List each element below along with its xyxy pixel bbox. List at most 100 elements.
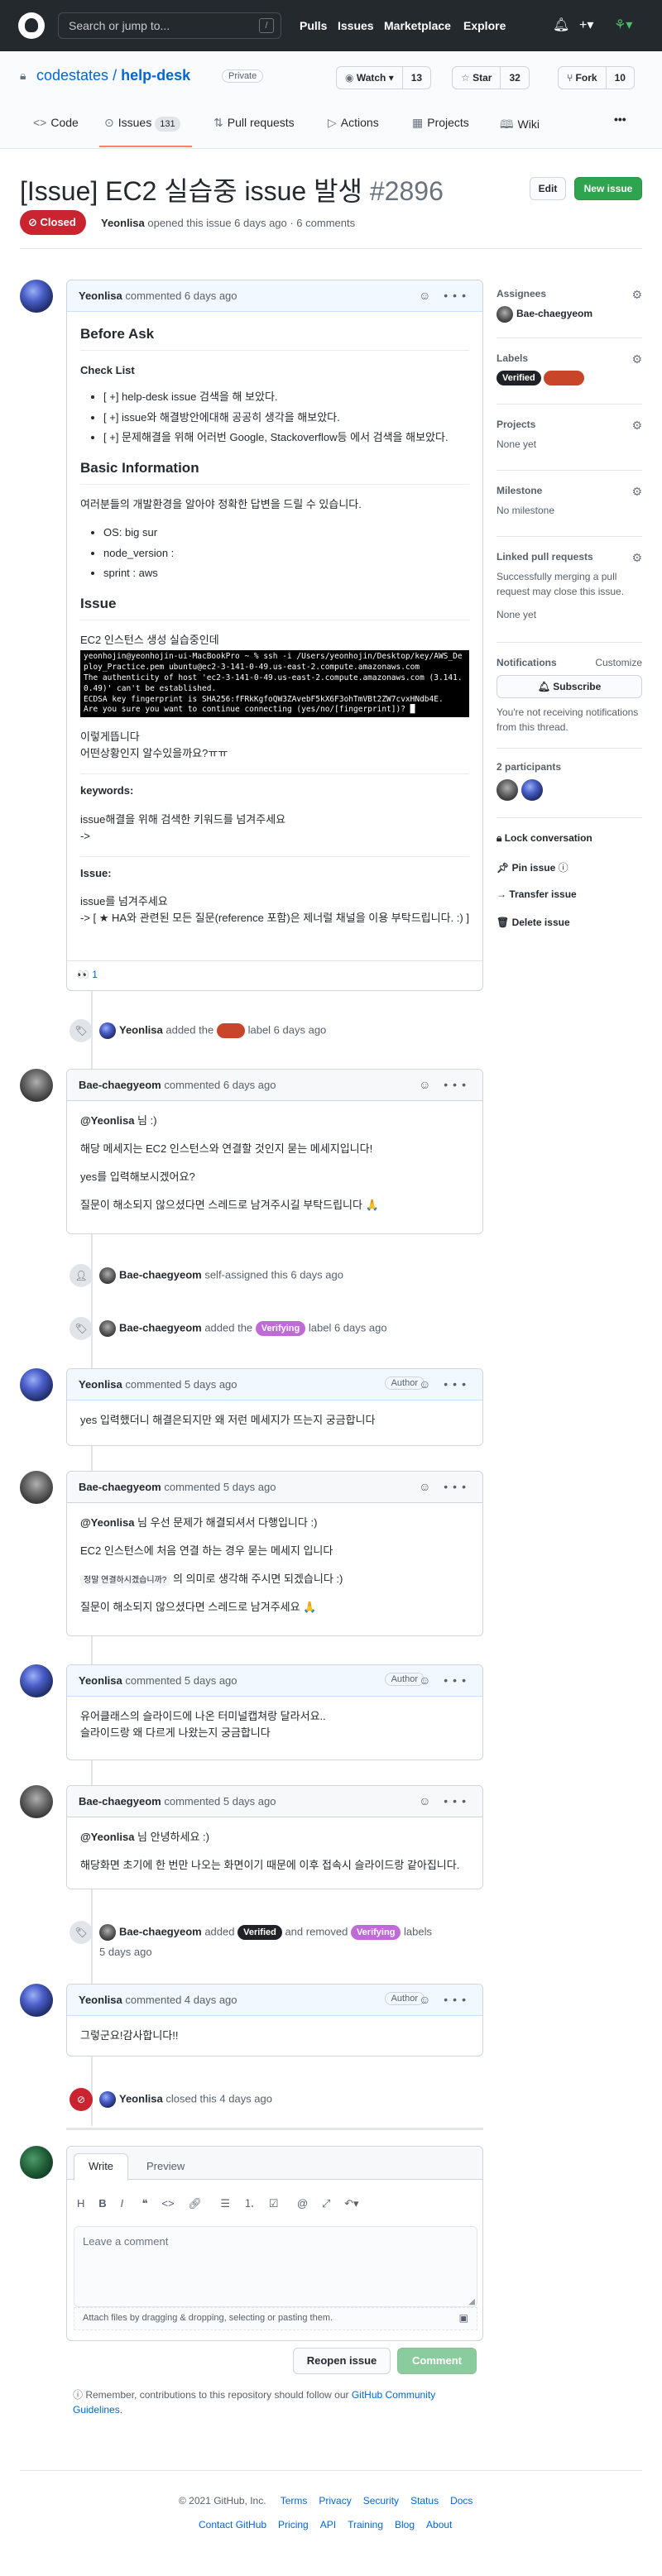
sidebar-section-title[interactable]: Projects (496, 419, 642, 430)
comment-time[interactable]: commented 5 days ago (164, 1481, 276, 1493)
comment-time[interactable]: commented 6 days ago (125, 290, 237, 302)
avatar[interactable] (99, 2091, 116, 2108)
edit-title-button[interactable]: Edit (530, 177, 566, 200)
sidebar-section-title[interactable]: Milestone (496, 485, 642, 496)
sidebar-section-title[interactable]: Linked pull requests (496, 551, 642, 563)
event-actor[interactable]: Bae-chaegyeom (119, 1321, 202, 1333)
avatar[interactable] (99, 1267, 116, 1284)
smiley-icon[interactable]: ☺ (419, 1794, 435, 1808)
event-actor[interactable]: Yeonlisa (119, 2092, 163, 2104)
avatar[interactable] (496, 779, 518, 801)
event-actor[interactable]: Bae-chaegyeom (119, 1925, 202, 1937)
comment-time[interactable]: commented 5 days ago (164, 1795, 276, 1808)
task-list-icon[interactable]: ☑ (269, 2197, 279, 2210)
comment-time[interactable]: commented 4 days ago (125, 1994, 237, 2006)
smiley-icon[interactable]: ☺ (419, 1480, 435, 1493)
kebab-icon[interactable]: ••• (444, 1480, 471, 1493)
comment-button[interactable]: Comment (397, 2348, 477, 2374)
kebab-icon[interactable]: ••• (444, 1993, 471, 2006)
gear-icon[interactable]: ⚙ (631, 419, 642, 433)
footer-link-training[interactable]: Training (348, 2519, 383, 2531)
label-verifying[interactable]: Verifying (255, 1321, 306, 1336)
footer-link-about[interactable]: About (426, 2519, 452, 2531)
sidebar-section-title[interactable]: Assignees (496, 288, 642, 299)
repo-name-link[interactable]: help-desk (121, 67, 190, 84)
avatar[interactable] (20, 1785, 53, 1818)
tab-actions[interactable]: ▷ Actions (328, 116, 379, 130)
create-new-icon[interactable]: +▾ (579, 17, 593, 33)
user-mention[interactable]: @Yeonlisa (80, 1516, 134, 1529)
footer-link-docs[interactable]: Docs (450, 2495, 473, 2507)
nav-pulls[interactable]: Pulls (300, 19, 327, 32)
comment-author[interactable]: Yeonlisa (79, 1378, 122, 1391)
bold-icon[interactable]: B (98, 2197, 106, 2210)
avatar[interactable] (20, 1664, 53, 1697)
label-bug[interactable]: bug (544, 371, 584, 385)
footer-link-security[interactable]: Security (363, 2495, 399, 2507)
comment-author[interactable]: Bae-chaegyeom (79, 1481, 161, 1493)
user-mention[interactable]: @Yeonlisa (80, 1114, 134, 1127)
footer-link-api[interactable]: API (320, 2519, 336, 2531)
user-mention[interactable]: @Yeonlisa (80, 1831, 134, 1843)
comment-actions[interactable]: ☺ ••• (419, 1480, 471, 1493)
avatar[interactable] (20, 1069, 53, 1102)
tab-write[interactable]: Write (74, 2153, 128, 2181)
comment-actions[interactable]: ☺ ••• (419, 1377, 471, 1391)
user-avatar-menu-icon[interactable]: ⚘▾ (614, 17, 632, 33)
avatar[interactable] (20, 2146, 53, 2179)
comment-author[interactable]: Bae-chaegyeom (79, 1079, 161, 1091)
new-issue-button[interactable]: New issue (574, 177, 642, 200)
tab-issues[interactable]: ⊙ Issues 131 (104, 116, 180, 132)
comment-time[interactable]: commented 5 days ago (125, 1674, 237, 1687)
kebab-icon[interactable]: ••• (444, 1794, 471, 1808)
comment-author[interactable]: Yeonlisa (79, 1674, 122, 1687)
smiley-icon[interactable]: ☺ (419, 1993, 435, 2006)
assignee-link[interactable]: Bae-chaegyeom (516, 308, 592, 319)
comment-author[interactable]: Yeonlisa (79, 290, 122, 302)
mention-icon[interactable]: @ (297, 2197, 308, 2210)
eyes-reaction-button[interactable]: 👀 1 (77, 969, 98, 980)
footer-link-pricing[interactable]: Pricing (278, 2519, 309, 2531)
avatar[interactable] (20, 1368, 53, 1401)
attach-files-area[interactable]: Attach files by dragging & dropping, sel… (74, 2307, 477, 2330)
gear-icon[interactable]: ⚙ (631, 485, 642, 499)
github-logo-icon[interactable] (18, 12, 45, 39)
kebab-icon[interactable]: ••• (444, 289, 471, 302)
sidebar-section-title[interactable]: Labels (496, 352, 642, 364)
delete-issue-action[interactable]: 🗑︎ Delete issue (496, 917, 570, 928)
comment-author[interactable]: Bae-chaegyeom (79, 1795, 161, 1808)
customize-link[interactable]: Customize (595, 657, 642, 668)
event-actor[interactable]: Bae-chaegyeom (119, 1268, 202, 1281)
comment-actions[interactable]: ☺ ••• (419, 289, 471, 302)
avatar[interactable] (99, 1320, 116, 1337)
smiley-icon[interactable]: ☺ (419, 1673, 435, 1687)
comment-actions[interactable]: ☺ ••• (419, 1078, 471, 1091)
link-icon[interactable]: 🔗︎ (188, 2197, 202, 2210)
comment-author[interactable]: Yeonlisa (79, 1994, 122, 2006)
code-icon[interactable]: <> (161, 2197, 174, 2210)
search-input[interactable]: Search or jump to... / (58, 12, 281, 39)
smiley-icon[interactable]: ☺ (419, 1377, 435, 1391)
comment-actions[interactable]: ☺ ••• (419, 1794, 471, 1808)
transfer-issue-action[interactable]: → Transfer issue (496, 888, 577, 900)
tab-code[interactable]: <> Code (33, 116, 79, 129)
ordered-list-icon[interactable]: ⒈ (244, 2197, 255, 2210)
nav-explore[interactable]: Explore (463, 19, 506, 32)
kebab-icon[interactable]: ••• (444, 1377, 471, 1391)
avatar[interactable] (496, 306, 513, 323)
gear-icon[interactable]: ⚙ (631, 352, 642, 366)
cross-reference-icon[interactable]: ⤢ (322, 2197, 330, 2210)
lock-conversation-action[interactable]: 🔒︎ Lock conversation (496, 832, 592, 845)
label-bug[interactable]: bug (216, 1023, 245, 1038)
tab-pull-requests[interactable]: ⇅ Pull requests (213, 116, 295, 130)
label-verified[interactable]: Verified (237, 1925, 282, 1940)
quote-icon[interactable]: ❝ (142, 2197, 148, 2210)
smiley-icon[interactable]: ☺ (419, 1078, 435, 1091)
tab-preview[interactable]: Preview (146, 2160, 185, 2172)
avatar[interactable] (20, 280, 53, 313)
avatar[interactable] (20, 1984, 53, 2017)
unordered-list-icon[interactable]: ☰ (220, 2197, 230, 2210)
more-tabs-button[interactable]: ••• (614, 113, 626, 126)
tab-wiki[interactable]: 🕮︎ Wiki (500, 116, 540, 136)
bell-icon[interactable]: 🔔︎ (553, 17, 569, 33)
